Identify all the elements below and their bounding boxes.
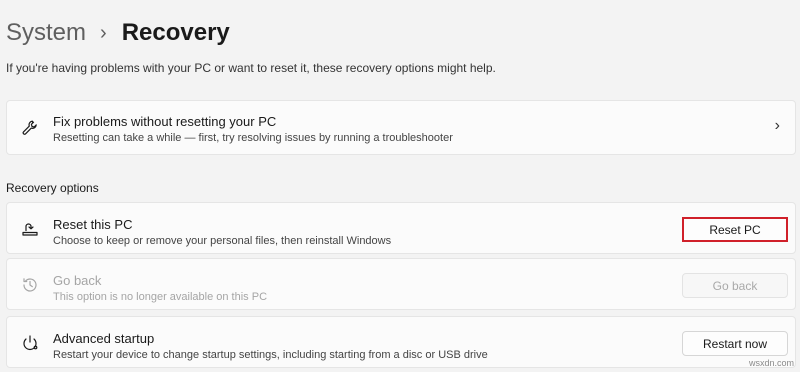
reset-pc-button[interactable]: Reset PC <box>682 217 788 242</box>
fix-problems-card[interactable]: Fix problems without resetting your PC R… <box>6 100 796 155</box>
breadcrumb: System › Recovery <box>6 16 230 50</box>
go-back-card: Go back This option is no longer availab… <box>6 258 796 310</box>
advanced-startup-description: Restart your device to change startup se… <box>53 349 488 361</box>
advanced-startup-title: Advanced startup <box>53 331 155 346</box>
go-back-title: Go back <box>53 273 102 288</box>
restart-now-button[interactable]: Restart now <box>682 331 788 356</box>
reset-this-pc-description: Choose to keep or remove your personal f… <box>53 235 392 247</box>
recovery-options-heading: Recovery options <box>6 181 99 195</box>
page-description: If you're having problems with your PC o… <box>6 61 496 75</box>
page-title: Recovery <box>121 19 230 46</box>
breadcrumb-separator-icon: › <box>100 22 107 44</box>
reset-pc-icon <box>21 220 39 238</box>
reset-this-pc-title: Reset this PC <box>53 217 133 232</box>
wrench-icon <box>21 119 39 137</box>
advanced-startup-icon <box>21 334 39 352</box>
fix-problems-description: Resetting can take a while — first, try … <box>53 132 453 144</box>
advanced-startup-card: Advanced startup Restart your device to … <box>6 316 796 368</box>
reset-this-pc-card: Reset this PC Choose to keep or remove y… <box>6 202 796 254</box>
chevron-right-icon: › <box>774 117 780 134</box>
breadcrumb-system-link[interactable]: System <box>6 19 86 47</box>
fix-problems-title: Fix problems without resetting your PC <box>53 114 277 129</box>
go-back-description: This option is no longer available on th… <box>53 291 268 303</box>
history-icon <box>21 276 39 294</box>
watermark: wsxdn.com <box>748 358 794 368</box>
go-back-button[interactable]: Go back <box>682 273 788 298</box>
